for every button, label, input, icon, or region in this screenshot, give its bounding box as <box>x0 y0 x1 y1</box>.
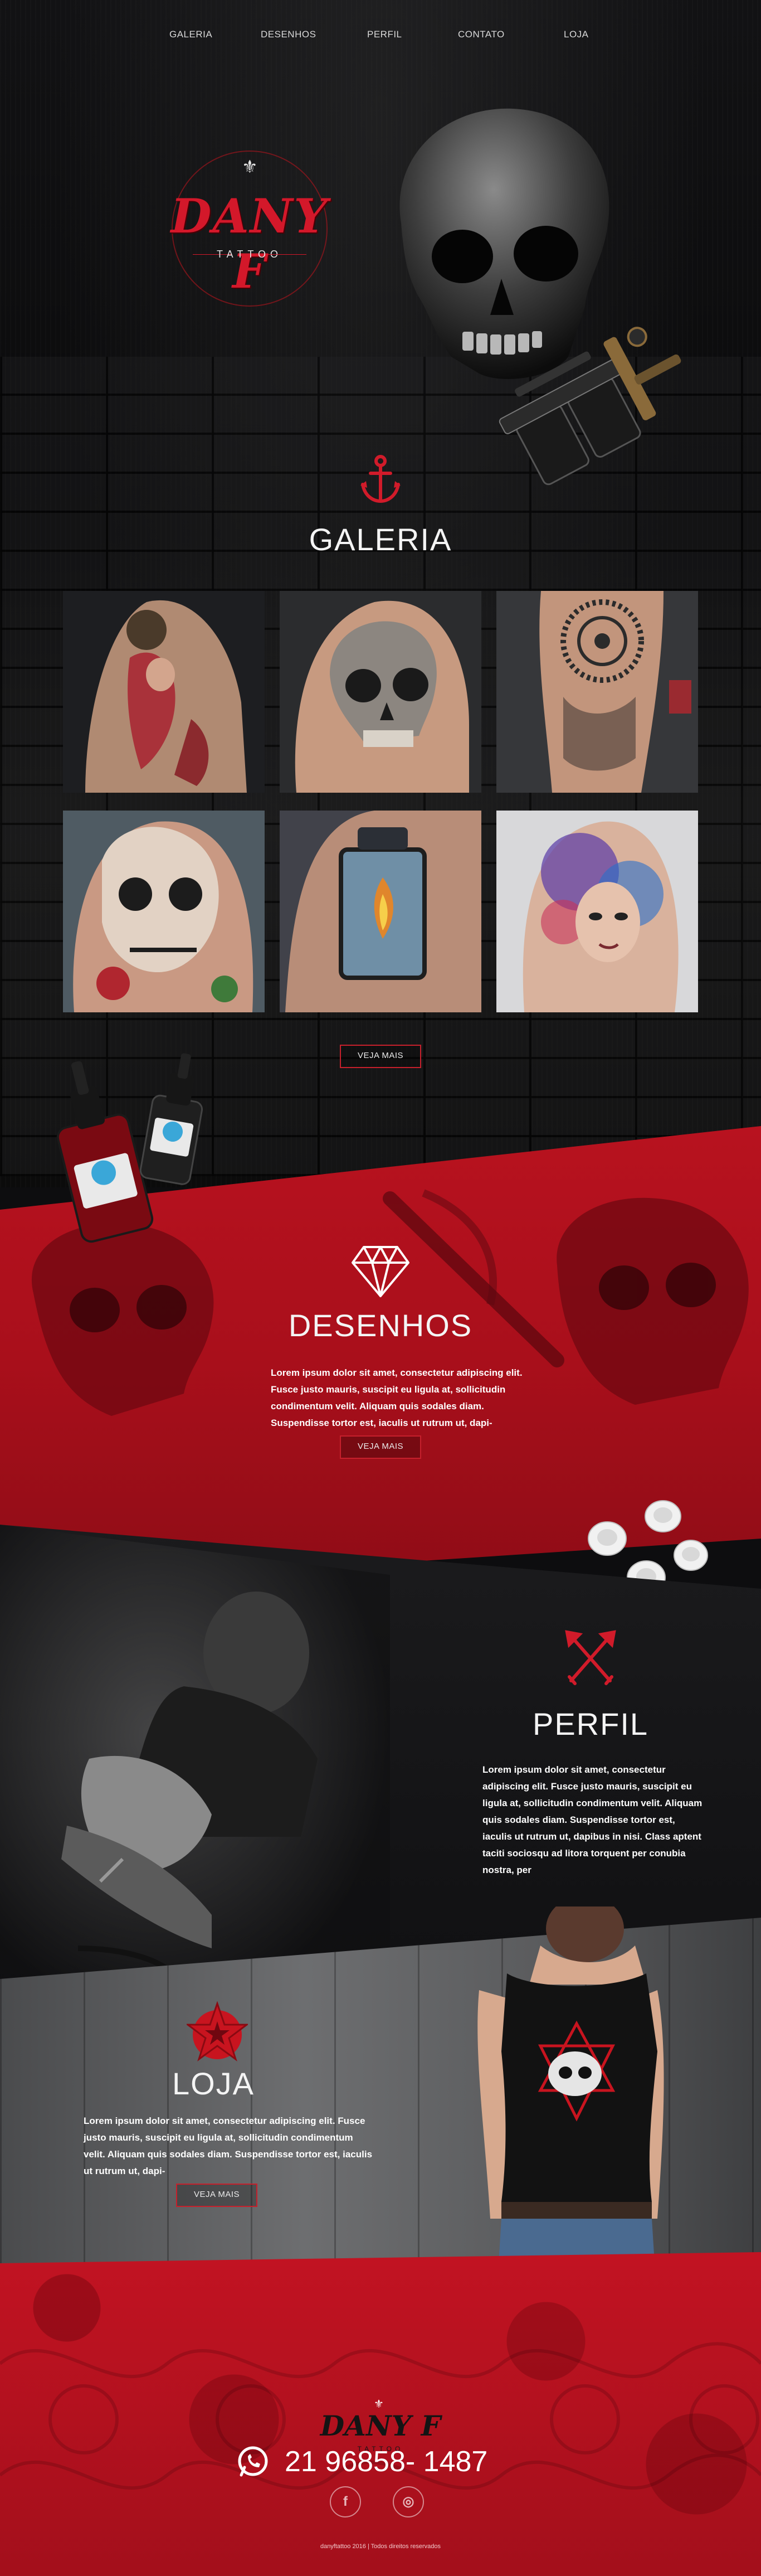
perfil-title: PERFIL <box>532 1706 649 1741</box>
diamond-icon <box>352 1246 409 1297</box>
fleur-de-lis-icon: ⚜ <box>242 157 258 177</box>
desenhos-title: DESENHOS <box>288 1308 473 1343</box>
facebook-icon[interactable]: f <box>330 2486 361 2517</box>
desenhos-veja-mais-button[interactable]: VEJA MAIS <box>340 1435 421 1459</box>
gallery-image-watercolor[interactable] <box>496 811 698 1012</box>
nav-item-perfil[interactable]: PERFIL <box>367 29 402 40</box>
site-logo[interactable]: ⚜ DANY F TATTOO <box>149 139 350 307</box>
nav-item-desenhos[interactable]: DESENHOS <box>261 29 316 40</box>
gallery-image-catrina[interactable] <box>63 811 265 1012</box>
gallery-image-mandala[interactable] <box>496 591 698 793</box>
hero-section: GALERIA DESENHOS PERFIL CONTATO LOJA ⚜ D… <box>0 0 761 1187</box>
star-icon <box>187 2001 248 2061</box>
crossed-arrows-icon <box>565 1630 616 1685</box>
main-nav: GALERIA DESENHOS PERFIL CONTATO LOJA <box>0 29 761 46</box>
footer-logo-name: DANY F <box>320 2409 441 2442</box>
logo-name: DANY F <box>170 188 329 299</box>
nav-item-loja[interactable]: LOJA <box>564 29 589 40</box>
anchor-icon <box>360 455 401 503</box>
gallery-grid <box>63 591 698 1015</box>
galeria-veja-mais-button[interactable]: VEJA MAIS <box>340 1045 421 1068</box>
logo-rule-right <box>267 254 306 255</box>
desenhos-text: Lorem ipsum dolor sit amet, consectetur … <box>271 1367 523 1428</box>
loja-veja-mais-button[interactable]: VEJA MAIS <box>176 2184 257 2207</box>
gallery-image-lantern[interactable] <box>280 811 481 1012</box>
nav-item-contato[interactable]: CONTATO <box>458 29 505 40</box>
page: GALERIA DESENHOS PERFIL CONTATO LOJA ⚜ D… <box>0 0 761 2576</box>
ink-bottles-image <box>56 1053 203 1243</box>
logo-tagline: TATTOO <box>217 249 282 260</box>
whatsapp-icon <box>238 2446 268 2477</box>
galeria-title: GALERIA <box>309 522 452 557</box>
phone-number: 21 96858- 1487 <box>285 2446 488 2478</box>
artist-photo-image <box>0 1525 390 1993</box>
loja-title: LOJA <box>172 2066 255 2101</box>
nav-item-galeria[interactable]: GALERIA <box>169 29 212 40</box>
instagram-icon[interactable]: ◎ <box>393 2486 424 2517</box>
copyright-text: danyftattoo 2016 | Todos direitos reserv… <box>320 2543 441 2550</box>
gallery-image-skull[interactable] <box>280 591 481 793</box>
tattoo-machine-image <box>499 327 681 486</box>
phone-contact[interactable]: 21 96858- 1487 <box>237 2442 526 2481</box>
loja-text: Lorem ipsum dolor sit amet, consectetur … <box>84 2116 373 2176</box>
gallery-image-pin-up[interactable] <box>63 591 265 793</box>
perfil-text: Lorem ipsum dolor sit amet, consectetur … <box>482 1764 703 1875</box>
